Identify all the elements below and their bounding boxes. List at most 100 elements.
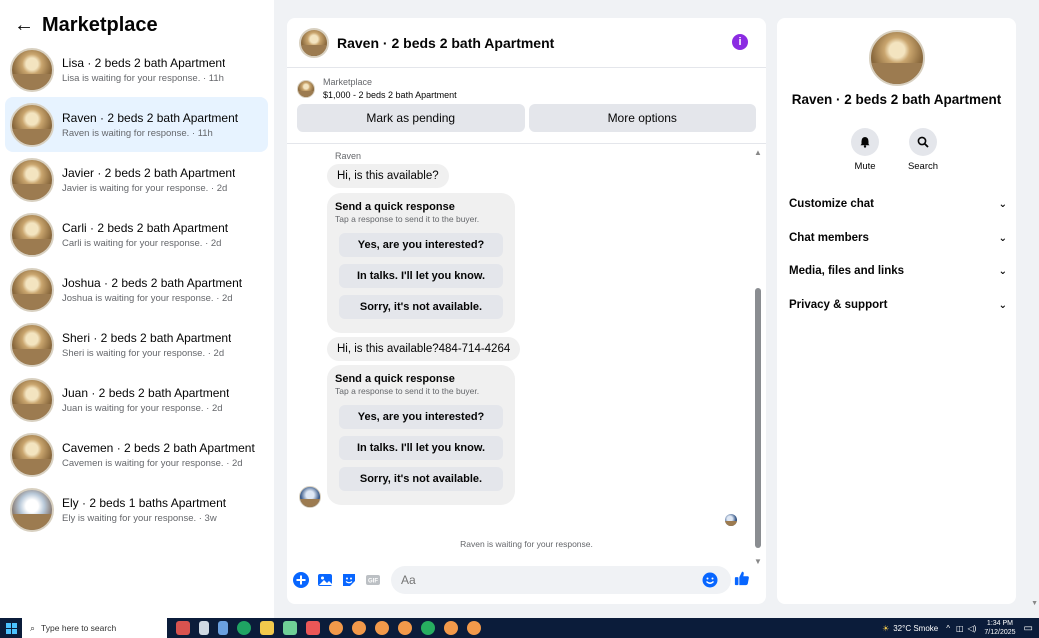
customize-chat-section[interactable]: Customize chat ⌄: [789, 192, 1007, 216]
windows-taskbar: ⌕ Type here to search ☀ 32°C Smoke ^ ◫ ◁…: [0, 618, 1039, 638]
conversation-item[interactable]: Carli · 2 beds 2 bath Apartment Carli is …: [5, 207, 268, 262]
conversation-preview: Ely is waiting for your response. · 3w: [62, 512, 217, 524]
chevron-down-icon: ⌄: [998, 265, 1007, 277]
quick-response-title: Send a quick response: [335, 373, 455, 385]
section-label: Privacy & support: [789, 299, 888, 311]
task-view-icon[interactable]: [199, 621, 209, 635]
quick-response-subtitle: Tap a response to send it to the buyer.: [335, 214, 480, 224]
conversation-preview: Raven is waiting for response. · 11h: [62, 127, 213, 139]
thumbs-up-icon[interactable]: [734, 570, 750, 586]
chat-members-section[interactable]: Chat members ⌄: [789, 226, 1007, 250]
scroll-up-arrow-icon[interactable]: ▲: [754, 148, 762, 157]
chrome-icon[interactable]: [398, 621, 412, 635]
svg-text:GIF: GIF: [368, 579, 378, 585]
volume-icon[interactable]: ◁): [968, 624, 977, 633]
tray-chevron-icon[interactable]: ^: [946, 624, 950, 633]
page-scrollbar[interactable]: ▼: [1029, 0, 1039, 618]
conversation-item[interactable]: Cavemen · 2 beds 2 bath Apartment Cavemen…: [5, 427, 268, 482]
page-scroll-down-icon[interactable]: ▼: [1031, 600, 1038, 607]
chrome-icon[interactable]: [467, 621, 481, 635]
whatsapp-icon[interactable]: [237, 621, 251, 635]
chrome-icon[interactable]: [375, 621, 389, 635]
calculator-icon[interactable]: [218, 621, 228, 635]
clock-date: 7/12/2025: [984, 629, 1016, 636]
quick-response-subtitle: Tap a response to send it to the buyer.: [335, 386, 480, 396]
mark-as-pending-button[interactable]: Mark as pending: [297, 104, 525, 132]
conversation-item-active[interactable]: Raven · 2 beds 2 bath Apartment Raven is …: [5, 97, 268, 152]
back-arrow-icon[interactable]: ←: [14, 14, 34, 37]
conversation-name: Lisa · 2 beds 2 bath Apartment: [62, 55, 226, 70]
conversation-item[interactable]: Ely · 2 beds 1 baths Apartment Ely is wai…: [5, 482, 268, 537]
notification-icon[interactable]: ▭: [1024, 623, 1033, 634]
message-input[interactable]: [391, 566, 731, 594]
message-thread: Raven Hi, is this available? Send a quic…: [287, 143, 766, 566]
conversation-name: Cavemen · 2 beds 2 bath Apartment: [62, 440, 255, 455]
chevron-down-icon: ⌄: [998, 232, 1007, 244]
conversation-item[interactable]: Sheri · 2 beds 2 bath Apartment Sheri is …: [5, 317, 268, 372]
chat-avatar[interactable]: [299, 27, 329, 58]
quick-response-card: Send a quick response Tap a response to …: [327, 365, 515, 505]
conversation-preview: Carli is waiting for your response. · 2d: [62, 237, 222, 249]
sender-avatar[interactable]: [299, 486, 321, 508]
info-icon[interactable]: i: [732, 34, 748, 50]
sticker-icon[interactable]: [341, 572, 357, 588]
taskbar-search[interactable]: ⌕ Type here to search: [22, 618, 167, 638]
windows-logo-icon: [5, 622, 17, 634]
chrome-icon[interactable]: [329, 621, 343, 635]
avatar: [10, 212, 54, 257]
conversation-preview: Joshua is waiting for your response. · 2…: [62, 292, 233, 304]
chat-header: Raven · 2 beds 2 bath Apartment i: [287, 18, 766, 68]
conversation-name: Carli · 2 beds 2 bath Apartment: [62, 220, 229, 235]
weather-icon[interactable]: ☀: [882, 624, 889, 633]
search-button[interactable]: Search: [898, 128, 948, 172]
start-button[interactable]: [0, 618, 22, 638]
chat-title[interactable]: Raven · 2 beds 2 bath Apartment: [337, 35, 554, 51]
chrome-icon[interactable]: [444, 621, 458, 635]
conversation-sidebar: ← Marketplace Lisa · 2 beds 2 bath Apart…: [0, 0, 274, 618]
clock-time: 1:34 PM: [986, 620, 1013, 627]
quick-response-in-talks-button[interactable]: In talks. I'll let you know.: [339, 436, 503, 460]
media-files-links-section[interactable]: Media, files and links ⌄: [789, 259, 1007, 283]
listing-summary[interactable]: Marketplace $1,000 - 2 beds 2 bath Apart…: [287, 68, 766, 104]
message-bubble: Hi, is this available?: [327, 164, 449, 188]
avatar: [10, 377, 54, 422]
plus-circle-icon[interactable]: [293, 572, 309, 588]
quick-response-in-talks-button[interactable]: In talks. I'll let you know.: [339, 264, 503, 288]
read-receipt-avatar: [725, 514, 737, 526]
emoji-icon[interactable]: [702, 572, 718, 588]
conversation-item[interactable]: Javier · 2 beds 2 bath Apartment Javier i…: [5, 152, 268, 207]
conversation-item[interactable]: Juan · 2 beds 2 bath Apartment Juan is wa…: [5, 372, 268, 427]
more-options-button[interactable]: More options: [528, 104, 756, 132]
app-icon[interactable]: [283, 621, 297, 635]
privacy-support-section[interactable]: Privacy & support ⌄: [789, 293, 1007, 317]
firefox-icon[interactable]: [306, 621, 320, 635]
quick-response-not-available-button[interactable]: Sorry, it's not available.: [339, 295, 503, 319]
search-icon: ⌕: [30, 622, 36, 633]
scrollbar-thumb[interactable]: [755, 288, 761, 548]
file-explorer-icon[interactable]: [260, 621, 274, 635]
quick-response-not-available-button[interactable]: Sorry, it's not available.: [339, 467, 503, 491]
weather-text[interactable]: 32°C Smoke: [893, 624, 938, 633]
chat-panel: Raven · 2 beds 2 bath Apartment i Market…: [287, 18, 766, 604]
network-icon[interactable]: ◫: [956, 624, 964, 633]
message-scrollbar[interactable]: ▲ ▼: [754, 148, 762, 566]
sidebar-title: Marketplace: [42, 13, 158, 36]
weather-widget-icon[interactable]: [176, 621, 190, 635]
chat-info-panel: Raven · 2 beds 2 bath Apartment Mute Sea…: [777, 18, 1016, 604]
gif-icon[interactable]: GIF: [365, 572, 381, 588]
chrome-icon[interactable]: [421, 621, 435, 635]
message-text: Hi, is this available?: [337, 170, 439, 182]
conversation-name: Ely · 2 beds 1 baths Apartment: [62, 495, 227, 510]
info-avatar[interactable]: [869, 30, 925, 86]
clock[interactable]: 1:34 PM 7/12/2025: [984, 619, 1015, 637]
system-tray: ☀ 32°C Smoke ^ ◫ ◁) 1:34 PM 7/12/2025 ▭: [882, 618, 1033, 638]
chrome-icon[interactable]: [352, 621, 366, 635]
quick-response-yes-button[interactable]: Yes, are you interested?: [339, 233, 503, 257]
conversation-item[interactable]: Lisa · 2 beds 2 bath Apartment Lisa is wa…: [5, 42, 268, 97]
taskbar-search-placeholder: Type here to search: [41, 623, 117, 633]
mute-button[interactable]: Mute: [840, 128, 890, 172]
photo-icon[interactable]: [317, 572, 333, 588]
conversation-item[interactable]: Joshua · 2 beds 2 bath Apartment Joshua i…: [5, 262, 268, 317]
quick-response-yes-button[interactable]: Yes, are you interested?: [339, 405, 503, 429]
mute-label: Mute: [854, 161, 876, 172]
